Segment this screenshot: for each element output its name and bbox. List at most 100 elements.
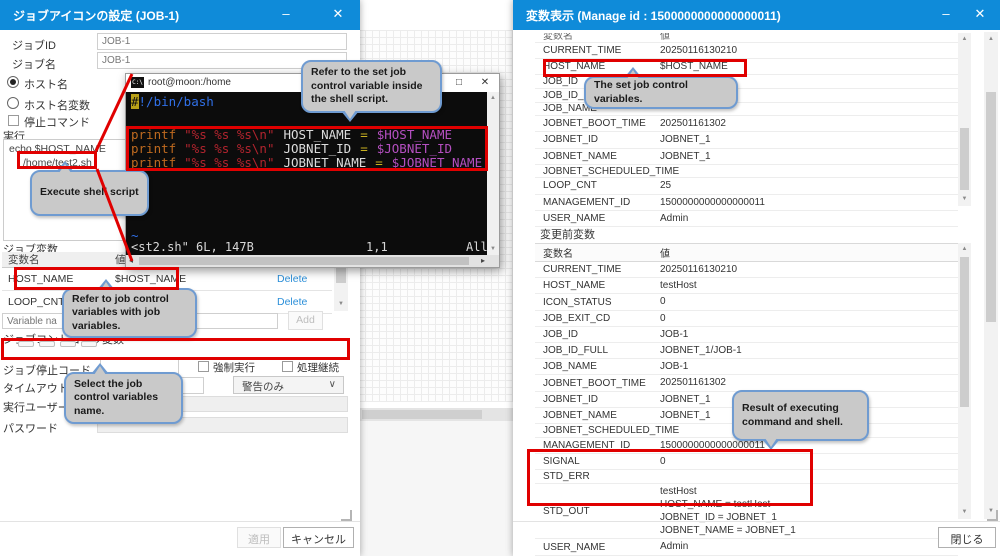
job-controller-variable-tags <box>18 341 97 347</box>
variable-name: JOBNET_SCHEDULED_TIME <box>543 165 680 177</box>
variable-name: MANAGEMENT_ID <box>543 196 631 208</box>
table-row: CURRENT_TIME 20250116130210 <box>535 43 958 60</box>
variable-name-header: 変数名 <box>8 254 40 266</box>
scroll-down-icon[interactable]: ▼ <box>487 245 499 254</box>
variable-value: $HOST_NAME <box>115 273 187 285</box>
scrollbar-thumb[interactable] <box>960 257 969 407</box>
format-token: "%s %s %s\n" <box>184 127 275 142</box>
minimize-icon[interactable]: – <box>272 0 300 30</box>
variable-value: 0 <box>660 455 666 467</box>
variable-value: JOBNET_1/JOB-1 <box>660 345 742 357</box>
maximize-icon[interactable]: □ <box>447 74 471 92</box>
variable-name: CURRENT_TIME <box>543 45 622 57</box>
close-button[interactable]: 閉じる <box>938 527 996 548</box>
timeout-warning-select[interactable]: 警告のみ ∨ <box>233 376 344 394</box>
close-icon[interactable]: ✕ <box>324 0 352 30</box>
resize-grip[interactable] <box>987 510 998 521</box>
scroll-down-icon[interactable]: ▼ <box>958 195 971 204</box>
variable-value-header: 値 <box>660 33 670 42</box>
clipped-table-header: 変数名 値 <box>535 33 958 43</box>
format-token: "%s %s %s\n" <box>184 141 275 156</box>
status-scroll-pos: All <box>466 240 488 254</box>
continue-checkbox[interactable] <box>282 361 293 372</box>
variable-value: 20250116130210 <box>660 264 738 275</box>
scrollbar-thumb[interactable] <box>139 257 469 265</box>
variable-tag-button[interactable] <box>81 341 97 347</box>
scroll-up-icon[interactable]: ▲ <box>984 35 998 44</box>
lower-table-scrollbar[interactable]: ▲ ▼ <box>958 243 971 519</box>
variable-value: Admin <box>660 541 689 553</box>
scroll-left-icon[interactable]: ◂ <box>129 256 133 265</box>
apply-button[interactable]: 適用 <box>237 527 281 548</box>
job-id-field[interactable] <box>97 33 347 50</box>
variable-name: STD_OUT <box>543 505 590 517</box>
variable-value <box>660 475 958 477</box>
table-row: HOST_NAME testHost <box>535 278 958 295</box>
scroll-up-icon[interactable]: ▲ <box>958 35 971 44</box>
canvas-horizontal-scrollbar[interactable] <box>358 408 515 421</box>
table-row: ICON_STATUS 0 <box>535 294 958 311</box>
before-change-section-label: 変更前変数 <box>540 229 595 241</box>
scroll-down-icon[interactable]: ▼ <box>958 508 971 517</box>
callout-tail <box>341 110 359 122</box>
scrollbar-thumb[interactable] <box>362 410 482 419</box>
variable-name: JOB_ID_FULL <box>543 345 609 357</box>
add-button[interactable]: Add <box>288 311 323 330</box>
variable-name: JOBNET_ID <box>543 393 599 405</box>
cancel-button[interactable]: キャンセル <box>283 527 354 548</box>
force-exec-checkbox[interactable] <box>198 361 209 372</box>
terminal-vertical-scrollbar[interactable]: ▲ ▼ <box>487 92 499 256</box>
dialog-titlebar[interactable]: ジョブアイコンの設定 (JOB-1) – ✕ <box>0 0 360 30</box>
table-row: JOB_ID JOB-1 <box>535 327 958 344</box>
variable-name: LOOP_CNT <box>543 180 597 192</box>
terminal-line: printf "%s %s %s\n" JOBNET_NAME = $JOBNET_NA… <box>131 156 482 170</box>
variable-value: 0 <box>660 312 666 324</box>
callout-tail <box>97 279 115 291</box>
scroll-up-icon[interactable]: ▲ <box>487 94 499 103</box>
callout-tail <box>624 67 642 79</box>
close-icon[interactable]: ✕ <box>966 0 994 30</box>
table-row: JOBNET_BOOT_TIME 202501161302 <box>535 116 958 133</box>
terminal-horizontal-scrollbar[interactable]: ◂ ▸ <box>126 255 499 267</box>
table-row: LOOP_CNT 25 <box>535 178 958 195</box>
variable-name: JOBNET_BOOT_TIME <box>543 377 646 389</box>
scrollbar-thumb[interactable] <box>960 128 969 190</box>
hostname-radio[interactable] <box>7 76 19 88</box>
close-icon[interactable]: ✕ <box>473 74 497 92</box>
selected-option: 警告のみ <box>242 381 284 393</box>
equals-token: = <box>360 141 368 156</box>
delete-link[interactable]: Delete <box>277 273 307 285</box>
timeout-label: タイムアウト <box>3 383 69 395</box>
scrollbar-thumb[interactable] <box>986 92 996 322</box>
variable-value: JOBNET_1 <box>660 134 711 146</box>
table-row: JOBNET_SCHEDULED_TIME <box>535 165 958 179</box>
equals-token: = <box>360 127 368 142</box>
variable-name: JOBNET_SCHEDULED_TIME <box>543 424 680 436</box>
callout-tail <box>56 161 74 173</box>
upper-table-scrollbar[interactable]: ▲ ▼ <box>958 33 971 206</box>
delete-link[interactable]: Delete <box>277 296 307 308</box>
stop-command-checkbox[interactable] <box>8 115 19 126</box>
variable-name: STD_ERR <box>543 470 590 482</box>
dialog-scrollbar[interactable]: ▲ ▼ <box>984 32 998 519</box>
variable-name: HOST_NAME <box>543 280 606 292</box>
resize-grip[interactable] <box>341 510 352 521</box>
callout-text: Result of executing command and shell. <box>742 401 843 428</box>
variable-value: Admin <box>660 212 689 224</box>
scroll-down-icon[interactable]: ▼ <box>334 300 348 309</box>
scroll-up-icon[interactable]: ▲ <box>958 245 971 254</box>
variable-tag-button[interactable] <box>18 341 34 347</box>
dialog-titlebar[interactable]: 変数表示 (Manage id : 1500000000000000011) –… <box>513 0 1000 30</box>
callout-tail <box>762 438 780 450</box>
callout-refer-jobvars: Refer to job control variables with job … <box>62 279 197 338</box>
scroll-right-icon[interactable]: ▸ <box>481 256 485 265</box>
hash-char: # <box>131 94 139 109</box>
variable-name: MANAGEMENT_ID <box>543 439 631 451</box>
table-row: SIGNAL 0 <box>535 454 958 471</box>
variable-tag-button[interactable] <box>39 341 55 347</box>
hostvar-radio[interactable] <box>7 97 19 109</box>
variable-name: USER_NAME <box>543 541 606 553</box>
variable-tag-button[interactable] <box>60 341 76 347</box>
minimize-icon[interactable]: – <box>932 0 960 30</box>
terminal-screen: #!/bin/bash printf "%s %s %s\n" HOST_NAME =… <box>126 92 488 256</box>
